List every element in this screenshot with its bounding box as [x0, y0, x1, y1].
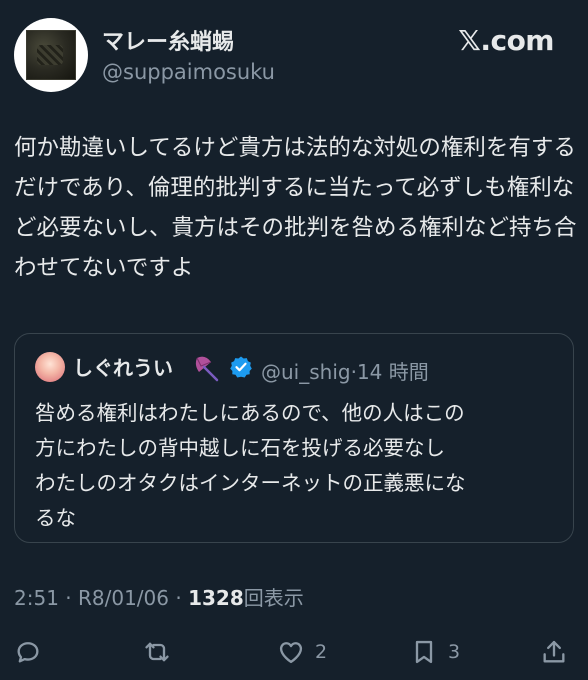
- meta-separator: ·: [175, 586, 182, 610]
- quoted-author-handle[interactable]: @ui_shig: [261, 360, 351, 384]
- retweet-icon: [145, 642, 169, 662]
- quoted-handle-and-time: @ui_shig·14 時間: [261, 356, 429, 385]
- quoted-tweet-text: 咎める権利はわたしにあるので、他の人はこの 方にわたしの背中越しに石を投げる必要…: [35, 401, 466, 530]
- tweet-header: マレー糸蛸蜴 @suppaimosuku 𝕏.com: [14, 18, 574, 98]
- quoted-author-display-name[interactable]: しぐれうい: [73, 352, 173, 381]
- meta-separator: ·: [65, 586, 72, 610]
- view-count: 1328: [188, 586, 244, 610]
- share-icon: [543, 640, 565, 663]
- tweet-meta: 2:51 · R8/01/06 · 1328回表示: [14, 582, 304, 611]
- heart-icon: [279, 642, 303, 664]
- quoted-tweet[interactable]: しぐれうい @ui_shig·14 時間 咎める権利はわたしにあるので、他の人は…: [14, 333, 574, 543]
- bookmark-icon: [415, 640, 433, 664]
- verified-badge-icon: [230, 356, 252, 378]
- tweet-time[interactable]: 2:51: [14, 586, 59, 610]
- like-count: 2: [315, 641, 328, 663]
- author-display-name[interactable]: マレー糸蛸蜴: [102, 24, 234, 56]
- tweet-date[interactable]: R8/01/06: [78, 586, 169, 610]
- author-handle[interactable]: @suppaimosuku: [102, 60, 275, 84]
- author-avatar[interactable]: [14, 18, 88, 92]
- retweet-button[interactable]: [143, 630, 171, 674]
- quoted-timestamp[interactable]: 14 時間: [357, 360, 429, 384]
- bookmark-button[interactable]: 3: [410, 630, 460, 674]
- umbrella-icon: [195, 356, 219, 382]
- action-bar: 2 3: [0, 630, 588, 674]
- like-button[interactable]: 2: [277, 630, 327, 674]
- bookmark-count: 3: [448, 641, 461, 663]
- tweet-text: 何か勘違いしてるけど貴方は法的な対処の権利を有するだけであり、倫理的批判するに当…: [14, 135, 577, 281]
- reply-button[interactable]: [14, 630, 42, 674]
- quoted-author-avatar[interactable]: [35, 352, 65, 382]
- share-button[interactable]: [540, 630, 568, 674]
- view-count-label: 回表示: [243, 586, 304, 610]
- reply-icon: [17, 642, 39, 663]
- x-logo: 𝕏.com: [458, 24, 554, 57]
